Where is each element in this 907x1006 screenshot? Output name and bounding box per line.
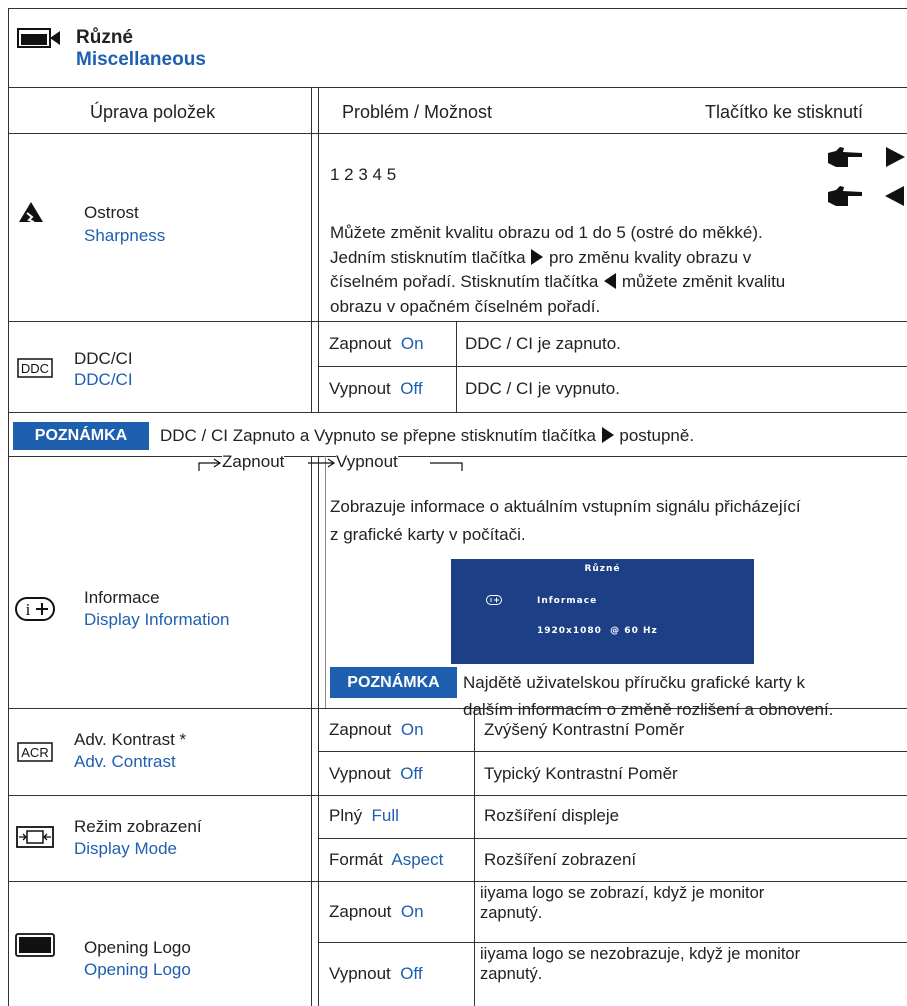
sharpness-description: Můžete změnit kvalitu obrazu od 1 do 5 (… [330,221,900,319]
sharpness-levels: 1 2 3 4 5 [330,165,397,184]
hand-pointer-right-icon-2 [826,184,864,210]
info-note-line1: Najdětě uživatelskou příručku grafické k… [463,673,806,692]
osd-preview: Různé Informace 1920x1080 @ 60 Hz [451,559,754,664]
mode-aspect-desc: Rozšíření zobrazení [484,850,637,869]
section-title-cz: Různé [76,27,133,48]
ddc-off-option: Vypnout Off [329,379,423,398]
ddc-on-option: Zapnout On [329,334,424,353]
mode-label-en: Display Mode [74,839,177,858]
osd-title: Různé [584,564,621,574]
mode-full-option: Plný Full [329,806,399,825]
misc-menu-icon [16,26,62,50]
ddc-on-desc: DDC / CI je zapnuto. [465,334,621,353]
info-label-cz: Informace [84,588,160,607]
acr-label-cz: Adv. Kontrast * [74,730,187,749]
sharpness-desc-line3a: číselném pořadí. Stisknutím tlačítka [330,272,599,291]
sharpness-label-en: Sharpness [84,226,166,245]
acr-off-option: Vypnout Off [329,764,423,783]
hand-pointer-right-icon [826,145,864,171]
sharpness-icon [18,200,44,224]
info-desc-line1: Zobrazuje informace o aktuálním vstupním… [330,497,801,516]
inline-arrow-right-icon [530,248,544,265]
header-col-problem: Problém / Možnost [342,102,493,122]
note-badge: POZNÁMKA [13,422,149,450]
info-icon: i [15,597,55,621]
logo-off-option: Vypnout Off [329,964,423,983]
svg-text:ACR: ACR [21,745,48,760]
display-mode-icon [16,826,54,848]
acr-on-option: Zapnout On [329,720,424,739]
info-note-badge: POZNÁMKA [330,667,457,698]
opening-logo-icon [15,933,55,957]
sharpness-desc-line3b: můžete změnit kvalitu [621,272,786,291]
logo-off-desc: iiyama logo se nezobrazuje, když je moni… [480,945,801,983]
ddc-off-desc: DDC / CI je vypnuto. [465,379,620,398]
osd-info-icon [486,595,502,605]
inline-arrow-left-icon [603,273,617,289]
acr-on-desc: Zvýšený Kontrastní Poměr [484,720,685,739]
logo-on-desc: iiyama logo se zobrazí, když je monitor … [480,884,765,922]
mode-full-desc: Rozšíření displeje [484,806,620,825]
ddc-label-cz: DDC/CI [74,349,133,368]
mode-aspect-option: Formát Aspect [329,850,444,869]
acr-label-en: Adv. Contrast [74,752,176,771]
info-note-line2-visible: dalším informacím o změně rozlišení a ob… [463,700,834,719]
sharpness-desc-line2a: Jedním stisknutím tlačítka [330,247,526,267]
section-title-en: Miscellaneous [76,49,206,70]
svg-text:DDC: DDC [21,361,49,376]
header-col-adjust: Úprava položek [90,102,216,122]
note-text: DDC / CI Zapnuto a Vypnuto se přepne sti… [160,426,695,445]
note-arrow-right-icon [601,427,615,443]
ddc-icon: DDC [17,358,53,378]
header-col-button: Tlačítko ke stisknutí [705,102,864,122]
osd-item: Informace [537,596,598,606]
info-label-en: Display Information [84,610,230,629]
acr-off-desc: Typický Kontrastní Poměr [484,764,678,783]
arrow-right-icon [884,146,906,168]
acr-icon: ACR [17,742,53,762]
logo-label-cz: Opening Logo [84,938,191,957]
ddc-label-en: DDC/CI [74,370,133,389]
sharpness-label-cz: Ostrost [84,203,139,222]
logo-label-en: Opening Logo [84,960,191,979]
sharpness-desc-line1: Můžete změnit kvalitu obrazu od 1 do 5 (… [330,223,763,242]
logo-on-option: Zapnout On [329,902,424,921]
sharpness-desc-line4: obrazu v opačném číselném pořadí. [330,296,601,316]
arrow-left-icon [884,185,906,207]
cycle-off-label: Vypnout [336,452,398,472]
mode-label-cz: Režim zobrazení [74,817,202,836]
osd-value: 1920x1080 @ 60 Hz [537,626,658,636]
svg-text:i: i [26,600,31,619]
sharpness-desc-line2b: pro změnu kvality obrazu v [549,247,752,267]
cycle-on-label: Zapnout [222,452,285,472]
info-desc-line2: z grafické karty v počítači. [330,525,526,544]
